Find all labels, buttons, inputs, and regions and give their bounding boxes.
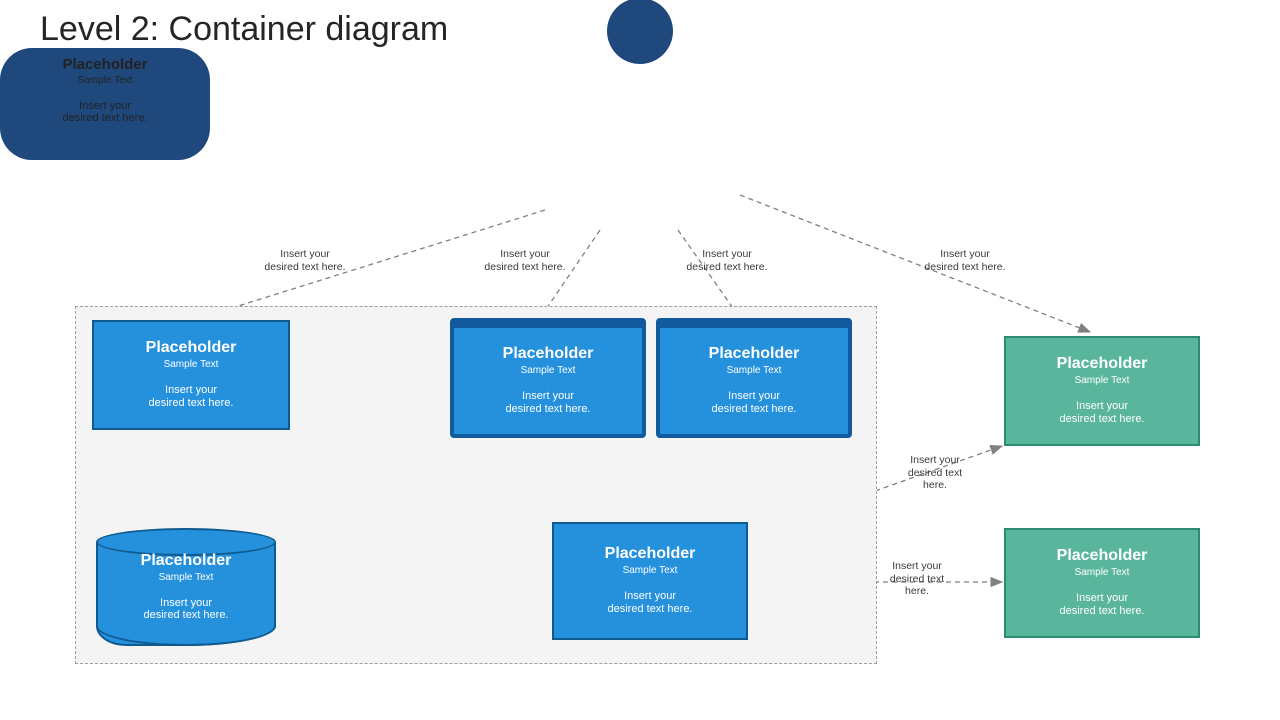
- container-box-2: Placeholder Sample Text Insert yourdesir…: [450, 318, 646, 438]
- node-heading: Placeholder: [0, 56, 210, 73]
- container-database: Placeholder Sample Text Insert yourdesir…: [96, 528, 276, 646]
- node-body: Insert yourdesired text here.: [506, 390, 591, 418]
- edge-label: Insert yourdesired texthere.: [880, 454, 990, 492]
- external-system-2: Placeholder Sample Text Insert yourdesir…: [1004, 528, 1200, 638]
- node-subtitle: Sample Text: [623, 565, 678, 576]
- edge-label: Insert yourdesired text here.: [250, 248, 360, 273]
- edge-label: Insert yourdesired texthere.: [862, 560, 972, 598]
- node-body: Insert yourdesired text here.: [712, 390, 797, 418]
- container-api: Placeholder Sample Text Insert yourdesir…: [552, 522, 748, 640]
- node-body: Insert yourdesired text here.: [1060, 592, 1145, 620]
- external-system-1: Placeholder Sample Text Insert yourdesir…: [1004, 336, 1200, 446]
- node-subtitle: Sample Text: [1075, 567, 1130, 578]
- edge-label: Insert yourdesired text here.: [672, 248, 782, 273]
- container-box-3: Placeholder Sample Text Insert yourdesir…: [656, 318, 852, 438]
- container-box-1: Placeholder Sample Text Insert yourdesir…: [92, 320, 290, 430]
- node-subtitle: Sample Text: [96, 572, 276, 583]
- node-body: Insert yourdesired text here.: [96, 597, 276, 621]
- actor-text: Placeholder Sample Text Insert yourdesir…: [0, 56, 210, 124]
- node-subtitle: Sample Text: [0, 75, 210, 86]
- node-body: Insert yourdesired text here.: [149, 384, 234, 412]
- node-subtitle: Sample Text: [1075, 375, 1130, 386]
- node-heading: Placeholder: [1057, 547, 1148, 565]
- node-heading: Placeholder: [605, 545, 696, 563]
- node-heading: Placeholder: [709, 345, 800, 363]
- edge-label: Insert yourdesired text here.: [910, 248, 1020, 273]
- node-body: Insert yourdesired text here.: [0, 100, 210, 124]
- node-heading: Placeholder: [503, 345, 594, 363]
- node-heading: Placeholder: [146, 339, 237, 357]
- page-title: Level 2: Container diagram: [40, 10, 448, 49]
- node-body: Insert yourdesired text here.: [1060, 400, 1145, 428]
- slide: Level 2: Container diagram Insert yourde…: [0, 0, 1280, 720]
- node-text: Placeholder Sample Text Insert yourdesir…: [96, 552, 276, 621]
- node-subtitle: Sample Text: [727, 365, 782, 376]
- node-heading: Placeholder: [1057, 355, 1148, 373]
- node-heading: Placeholder: [96, 552, 276, 570]
- person-head-icon: [607, 0, 673, 64]
- node-body: Insert yourdesired text here.: [608, 590, 693, 618]
- node-subtitle: Sample Text: [521, 365, 576, 376]
- node-subtitle: Sample Text: [164, 359, 219, 370]
- edge-label: Insert yourdesired text here.: [470, 248, 580, 273]
